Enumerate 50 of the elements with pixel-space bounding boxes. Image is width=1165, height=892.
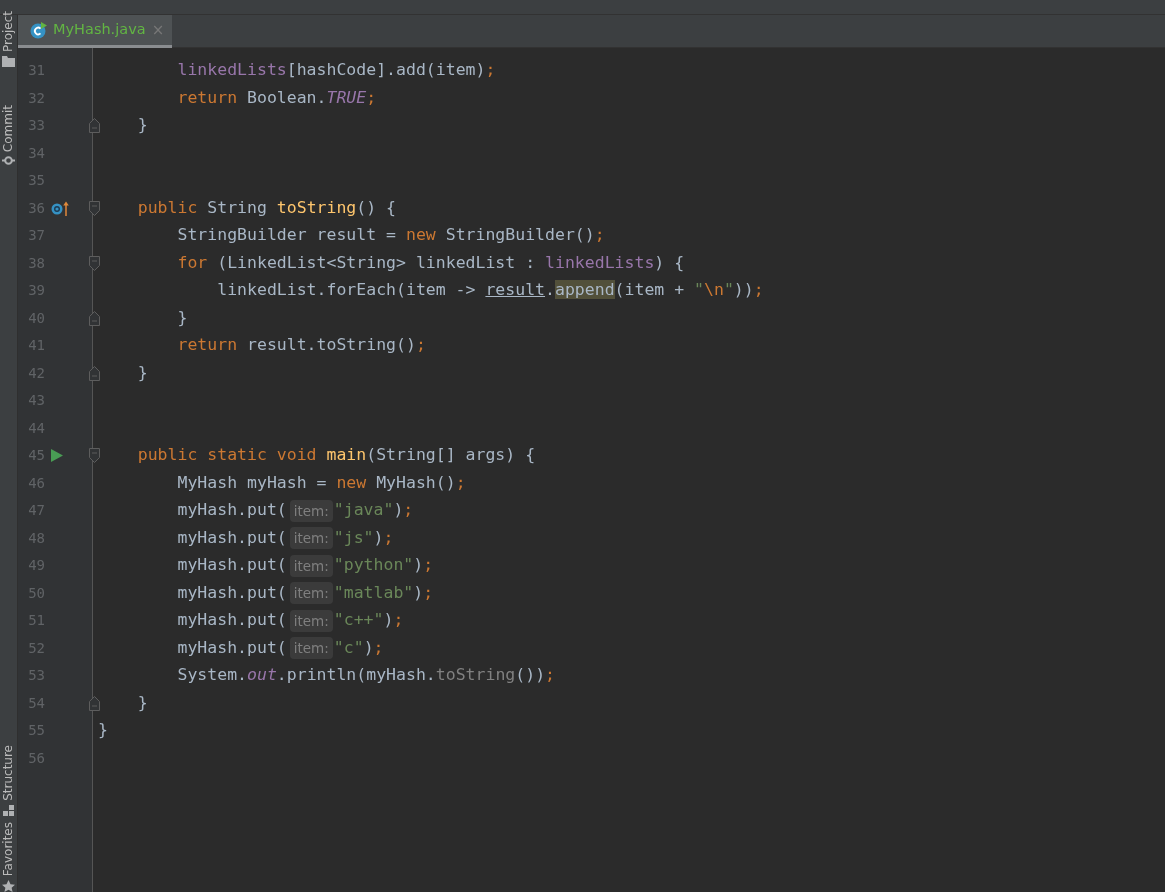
parameter-hint: item: xyxy=(289,499,333,522)
code-text: } xyxy=(176,306,188,329)
fold-icon[interactable] xyxy=(88,200,100,216)
code-text: "c++"); xyxy=(333,609,404,632)
code-text: "java"); xyxy=(333,499,414,522)
code-text: myHash.put( xyxy=(176,526,287,549)
parameter-hint: item: xyxy=(289,527,333,550)
code-text: return Boolean.TRUE; xyxy=(176,86,377,109)
folder-icon xyxy=(2,56,15,68)
code-text: for (LinkedList<String> linkedList : linkedLists) { xyxy=(176,251,685,274)
code-text: myHash.put( xyxy=(176,581,287,604)
fold-icon[interactable] xyxy=(88,255,100,271)
fold-icon[interactable] xyxy=(88,365,100,381)
code-text: } xyxy=(98,719,108,742)
code-text: "python"); xyxy=(333,554,434,577)
code-text: myHash.put( xyxy=(176,636,287,659)
code-text: myHash.put( xyxy=(176,554,287,577)
structure-icon xyxy=(3,804,14,816)
fold-icon[interactable] xyxy=(88,118,100,134)
editor-tab[interactable]: MyHash.java × xyxy=(18,15,173,48)
code-text: } xyxy=(136,691,148,714)
parameter-hint: item: xyxy=(289,637,333,660)
fold-icon[interactable] xyxy=(88,695,100,711)
code-text: "c"); xyxy=(333,636,384,659)
code-text: public static void main(String[] args) { xyxy=(136,444,536,467)
code-text: myHash.put( xyxy=(176,499,287,522)
code-text: } xyxy=(136,361,148,384)
parameter-hint: item: xyxy=(289,582,333,605)
code-text: "js"); xyxy=(333,526,394,549)
tool-window-button[interactable]: Project xyxy=(0,11,17,68)
tool-window-button[interactable]: Structure xyxy=(0,744,17,816)
star-icon xyxy=(2,880,15,892)
fold-icon[interactable] xyxy=(88,448,100,464)
parameter-hint: item: xyxy=(289,609,333,632)
code-text: public String toString() { xyxy=(136,196,397,219)
code-text: linkedList.forEach(item -> result.append(item + "\n")); xyxy=(216,279,764,302)
tool-window-button[interactable]: Commit xyxy=(0,105,17,166)
code-text: linkedLists[hashCode].add(item); xyxy=(176,59,496,82)
run-icon[interactable] xyxy=(51,449,63,463)
code-text: myHash.put( xyxy=(176,609,287,632)
code-text: } xyxy=(136,114,148,137)
parameter-hint: item: xyxy=(289,554,333,577)
class-icon xyxy=(30,21,47,39)
fold-icon[interactable] xyxy=(88,310,100,326)
code-text: "matlab"); xyxy=(333,581,434,604)
code-text: MyHash myHash = new MyHash(); xyxy=(176,471,466,494)
code-text: StringBuilder result = new StringBuilder(); xyxy=(176,224,605,247)
code-text: return result.toString(); xyxy=(176,334,426,357)
code-text: System.out.println(myHash.toString()); xyxy=(176,664,555,687)
tool-window-button[interactable]: Favorites xyxy=(0,821,17,892)
